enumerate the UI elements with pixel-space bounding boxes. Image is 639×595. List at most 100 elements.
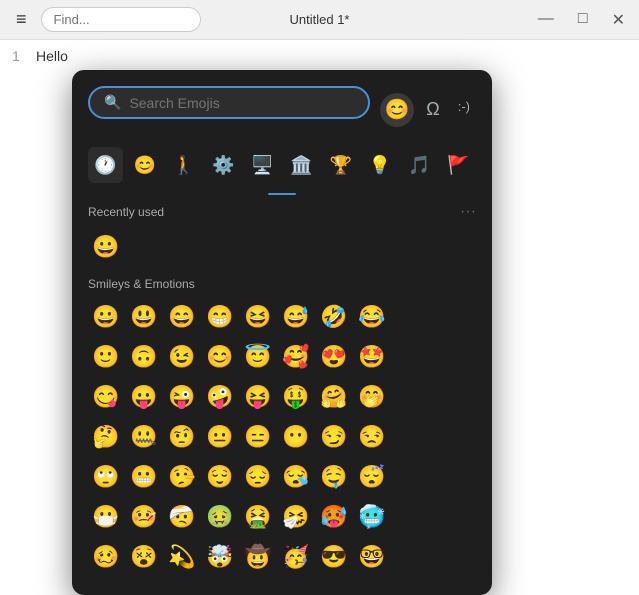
- emoji-cell[interactable]: 😶: [278, 419, 314, 455]
- tab-kaomoji[interactable]: :-): [452, 93, 476, 127]
- emoji-cell[interactable]: 😀: [88, 299, 124, 335]
- tab-symbol[interactable]: Ω: [420, 93, 445, 127]
- tab-objects[interactable]: 🖥️: [245, 147, 280, 183]
- smileys-label: Smileys & Emotions: [88, 277, 195, 291]
- emoji-cell[interactable]: 😃: [126, 299, 162, 335]
- emoji-cell[interactable]: 🥳: [278, 539, 314, 575]
- tab-activities[interactable]: ⚙️: [206, 147, 241, 183]
- emoji-cell[interactable]: 😌: [202, 459, 238, 495]
- emoji-cell[interactable]: 😂: [354, 299, 390, 335]
- emoji-cell[interactable]: 😷: [88, 499, 124, 535]
- emoji-recent-1[interactable]: 😀: [88, 229, 124, 265]
- emoji-cell[interactable]: 🤗: [316, 379, 352, 415]
- tab-ideas[interactable]: 💡: [362, 147, 397, 183]
- emoji-cell[interactable]: 🤭: [354, 379, 390, 415]
- tab-buildings[interactable]: 🏛️: [284, 147, 319, 183]
- emoji-cell[interactable]: 🥵: [316, 499, 352, 535]
- emoji-cell[interactable]: 🤔: [88, 419, 124, 455]
- tab-music[interactable]: 🎵: [402, 147, 437, 183]
- line-number: 1: [12, 48, 28, 64]
- emoji-cell[interactable]: 😆: [240, 299, 276, 335]
- emoji-cell[interactable]: 🥰: [278, 339, 314, 375]
- emoji-picker: 🔍 😊 Ω :-) 🕐 😊 🚶 ⚙️ 🖥️ 🏛️ 🏆 💡 🎵 🚩 Recentl…: [72, 70, 492, 595]
- tab-smileys[interactable]: 😊: [127, 147, 162, 183]
- emoji-cell[interactable]: 🤑: [278, 379, 314, 415]
- emoji-search-bar: 🔍: [88, 86, 370, 119]
- tab-recent[interactable]: 🕐: [88, 147, 123, 183]
- window-title: Untitled 1*: [290, 12, 350, 27]
- emoji-cell[interactable]: 🤥: [164, 459, 200, 495]
- emoji-cell[interactable]: 🤕: [164, 499, 200, 535]
- emoji-cell[interactable]: 💫: [164, 539, 200, 575]
- menu-button[interactable]: ≡: [8, 5, 35, 34]
- emoji-cell[interactable]: 🤐: [126, 419, 162, 455]
- minimize-button[interactable]: —: [532, 8, 560, 32]
- emoji-cell[interactable]: 😝: [240, 379, 276, 415]
- emoji-cell[interactable]: 🤩: [354, 339, 390, 375]
- category-tabs: 🕐 😊 🚶 ⚙️ 🖥️ 🏛️ 🏆 💡 🎵 🚩: [88, 147, 476, 183]
- titlebar: ≡ Untitled 1* — □ ✕: [0, 0, 639, 40]
- close-button[interactable]: ✕: [606, 8, 631, 32]
- search-input[interactable]: [41, 7, 201, 32]
- emoji-cell[interactable]: 🤢: [202, 499, 238, 535]
- emoji-cell[interactable]: 😏: [316, 419, 352, 455]
- editor: 1 Hello: [0, 40, 639, 72]
- recently-used-label: Recently used: [88, 205, 164, 219]
- emoji-cell[interactable]: 😜: [164, 379, 200, 415]
- recently-used-row: 😀: [88, 229, 476, 265]
- emoji-cell[interactable]: 😁: [202, 299, 238, 335]
- window-controls: — □ ✕: [532, 8, 631, 32]
- emoji-cell[interactable]: 😪: [278, 459, 314, 495]
- emoji-cell[interactable]: 😄: [164, 299, 200, 335]
- emoji-cell[interactable]: 🙄: [88, 459, 124, 495]
- emoji-cell[interactable]: 🤨: [164, 419, 200, 455]
- emoji-cell[interactable]: 😬: [126, 459, 162, 495]
- emoji-search-input[interactable]: [129, 95, 354, 111]
- emoji-cell[interactable]: 🤣: [316, 299, 352, 335]
- recently-used-header: Recently used ···: [88, 203, 476, 221]
- emoji-grid: 😀😃😄😁😆😅🤣😂 🙂🙃😉😊😇🥰😍🤩 😋😛😜🤪😝🤑🤗🤭 🤔🤐🤨😐😑😶😏😒 🙄😬🤥😌😔😪🤤😴…: [88, 299, 476, 575]
- emoji-row: 😋😛😜🤪😝🤑🤗🤭: [88, 379, 476, 415]
- more-button[interactable]: ···: [460, 203, 476, 221]
- tab-people[interactable]: 🚶: [166, 147, 201, 183]
- emoji-cell[interactable]: 🤓: [354, 539, 390, 575]
- editor-content: Hello: [36, 48, 68, 64]
- emoji-cell[interactable]: 😎: [316, 539, 352, 575]
- tab-awards[interactable]: 🏆: [323, 147, 358, 183]
- emoji-cell[interactable]: 😔: [240, 459, 276, 495]
- emoji-cell[interactable]: 🥴: [88, 539, 124, 575]
- tab-flags[interactable]: 🚩: [441, 147, 476, 183]
- emoji-cell[interactable]: 🤒: [126, 499, 162, 535]
- emoji-cell[interactable]: 😛: [126, 379, 162, 415]
- emoji-cell[interactable]: 😒: [354, 419, 390, 455]
- emoji-cell[interactable]: 🤯: [202, 539, 238, 575]
- tab-underline: [268, 193, 296, 195]
- emoji-row: 🤔🤐🤨😐😑😶😏😒: [88, 419, 476, 455]
- emoji-type-tabs: 😊 Ω :-): [380, 93, 476, 127]
- emoji-cell[interactable]: 😍: [316, 339, 352, 375]
- emoji-cell[interactable]: 🤪: [202, 379, 238, 415]
- tab-emoji[interactable]: 😊: [380, 93, 414, 127]
- emoji-cell[interactable]: 😅: [278, 299, 314, 335]
- emoji-cell[interactable]: 😵: [126, 539, 162, 575]
- emoji-cell[interactable]: 🤧: [278, 499, 314, 535]
- emoji-cell[interactable]: 🤠: [240, 539, 276, 575]
- emoji-row: 😀😃😄😁😆😅🤣😂: [88, 299, 476, 335]
- emoji-cell[interactable]: 😑: [240, 419, 276, 455]
- emoji-row: 🥴😵💫🤯🤠🥳😎🤓: [88, 539, 476, 575]
- emoji-row: 🙄😬🤥😌😔😪🤤😴: [88, 459, 476, 495]
- emoji-cell[interactable]: 😉: [164, 339, 200, 375]
- emoji-cell[interactable]: 😇: [240, 339, 276, 375]
- emoji-cell[interactable]: 😋: [88, 379, 124, 415]
- emoji-cell[interactable]: 😊: [202, 339, 238, 375]
- maximize-button[interactable]: □: [572, 8, 594, 32]
- emoji-cell[interactable]: 😐: [202, 419, 238, 455]
- emoji-cell[interactable]: 🤤: [316, 459, 352, 495]
- emoji-cell[interactable]: 🥶: [354, 499, 390, 535]
- emoji-cell[interactable]: 😴: [354, 459, 390, 495]
- emoji-row: 😷🤒🤕🤢🤮🤧🥵🥶: [88, 499, 476, 535]
- emoji-cell[interactable]: 🙂: [88, 339, 124, 375]
- smileys-header: Smileys & Emotions: [88, 277, 476, 291]
- emoji-cell[interactable]: 🤮: [240, 499, 276, 535]
- emoji-cell[interactable]: 🙃: [126, 339, 162, 375]
